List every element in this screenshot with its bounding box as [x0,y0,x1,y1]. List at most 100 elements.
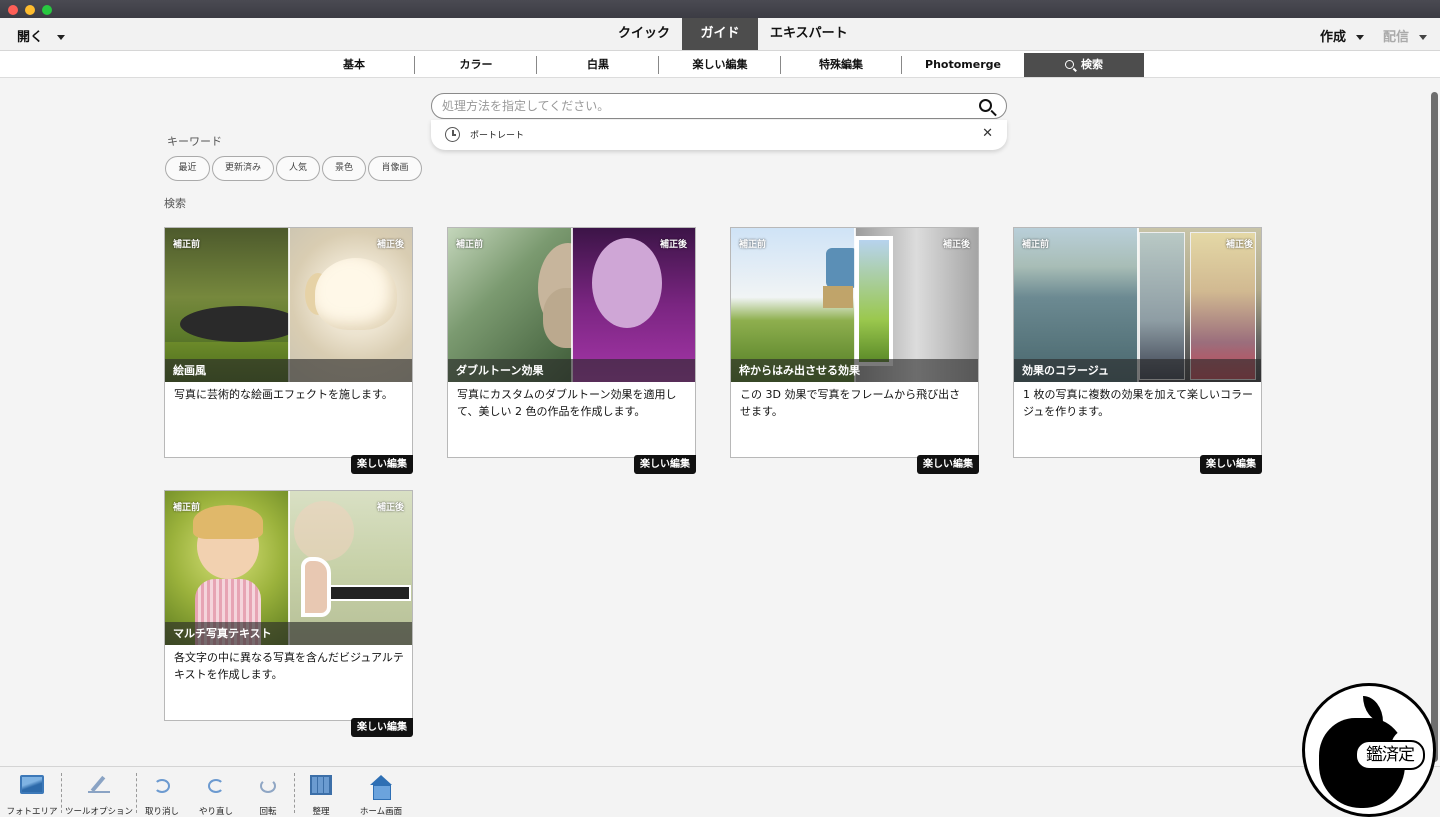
card-thumbnail: 補正前 補正後 枠からはみ出させる効果 [731,228,978,382]
category-tabs: 基本 カラー 白黒 楽しい編集 特殊編集 Photomerge 検索 [0,51,1440,78]
chip-recent[interactable]: 最近 [165,156,210,181]
organize-label: 整理 [312,807,330,817]
share-menu-button[interactable]: 配信 [1383,26,1428,45]
pants-shape [823,286,853,308]
organize-icon [310,775,332,795]
search-icon[interactable] [979,99,992,112]
zoom-window-button[interactable] [42,5,52,15]
rotate-icon [257,775,279,797]
card-thumbnail: 補正前 補正後 効果のコラージュ [1014,228,1261,382]
tab-search-label: 検索 [1081,58,1103,71]
photo-area-button[interactable]: フォトエリア [4,771,60,817]
home-screen-label: ホーム画面 [359,807,403,817]
card-thumbnail: 補正前 補正後 絵画風 [165,228,412,382]
history-icon [445,127,460,142]
keyword-chips: 最近 更新済み 人気 景色 肖像画 [165,156,422,181]
tab-color[interactable]: カラー [416,53,536,77]
tool-options-button[interactable]: ツールオプション [63,771,135,817]
search-suggestion[interactable]: ポートレート ✕ [431,120,1007,150]
card-description: 各文字の中に異なる写真を含んだビジュアルテキストを作成します。 [174,651,404,681]
frame-shape [855,236,893,366]
mode-bar: 開く クイック ガイド エキスパート 作成 配信 [0,18,1440,51]
vertical-scrollbar[interactable] [1431,92,1438,762]
tab-divider [780,56,781,74]
face-shape [592,238,662,328]
mode-guided-tab[interactable]: ガイド [682,18,759,50]
before-label: 補正前 [456,240,484,250]
tool-options-label: ツールオプション [64,807,133,817]
faded-face-shape [294,501,354,561]
share-menu-label: 配信 [1383,30,1410,45]
chip-popular[interactable]: 人気 [276,156,320,181]
effect-card-out-of-bounds[interactable]: 補正前 補正後 枠からはみ出させる効果 この 3D 効果で写真をフレームから飛び… [730,227,979,474]
chevron-down-icon [1419,35,1428,40]
rotate-label: 回転 [259,807,277,817]
tab-divider [414,56,415,74]
open-menu-button[interactable]: 開く [17,26,66,45]
category-badge: 楽しい編集 [634,455,696,474]
bottom-toolbar: フォトエリア ツールオプション 取り消し やり直し 回転 整理 ホーム画面 [0,766,1440,817]
tab-search[interactable]: 検索 [1024,53,1144,77]
keywords-label: キーワード [167,135,222,148]
card-title: マルチ写真テキスト [165,622,412,645]
home-icon [369,775,393,800]
filmstrip-shape [329,585,411,601]
chip-updated[interactable]: 更新済み [212,156,274,181]
chip-landscape[interactable]: 景色 [322,156,366,181]
effect-card-multi-photo-text[interactable]: 補正前 補正後 マルチ写真テキスト 各文字の中に異なる写真を含んだビジュアルテキ… [164,490,413,737]
results-label: 検索 [164,197,186,210]
mode-quick-tab[interactable]: クイック [606,18,682,50]
search-input[interactable] [442,97,962,115]
photo-area-icon [20,775,44,794]
chevron-down-icon [57,35,66,40]
effect-card-duotone[interactable]: 補正前 補正後 ダブルトーン効果 写真にカスタムのダブルトーン効果を適用して、美… [447,227,696,474]
card-title: 絵画風 [165,359,412,382]
seal-text: 鑑済定 [1355,740,1425,770]
tab-special-edits[interactable]: 特殊編集 [782,53,900,77]
effect-card-painterly[interactable]: 補正前 補正後 絵画風 写真に芸術的な絵画エフェクトを施します。 楽しい編集 [164,227,413,474]
open-menu-label: 開く [17,30,44,45]
rotate-arc [260,779,276,793]
tab-fun-edits[interactable]: 楽しい編集 [660,53,780,77]
redo-button[interactable]: やり直し [194,771,238,817]
tab-black-white[interactable]: 白黒 [538,53,658,77]
before-label: 補正前 [1022,240,1050,250]
watermark-seal: 鑑済定 [1302,683,1436,817]
toolbar-divider [136,773,137,813]
search-box [431,93,1007,119]
toolbar-divider [61,773,62,813]
home-screen-button[interactable]: ホーム画面 [354,771,408,817]
category-badge: 楽しい編集 [917,455,979,474]
suggestion-text: ポートレート [470,131,525,141]
after-label: 補正後 [376,503,404,513]
create-menu-button[interactable]: 作成 [1320,26,1365,45]
toolbar-divider [294,773,295,813]
rotate-button[interactable]: 回転 [248,771,288,817]
card-description: 1 枚の写真に複数の効果を加えて楽しいコラージュを作ります。 [1023,388,1253,418]
tab-photomerge[interactable]: Photomerge [903,53,1023,77]
redo-icon [205,775,227,797]
mode-expert-tab[interactable]: エキスパート [758,18,860,50]
close-window-button[interactable] [8,5,18,15]
after-label: 補正後 [376,240,404,250]
undo-arc [154,779,170,793]
hair-shape [193,505,263,539]
minimize-window-button[interactable] [25,5,35,15]
card-description: 写真に芸術的な絵画エフェクトを施します。 [174,388,393,401]
tab-basic[interactable]: 基本 [294,53,414,77]
card-title: 枠からはみ出させる効果 [731,359,978,382]
category-badge: 楽しい編集 [351,455,413,474]
search-icon [1065,60,1074,69]
collage-panel [1190,232,1256,380]
effect-card-collage[interactable]: 補正前 補正後 効果のコラージュ 1 枚の写真に複数の効果を加えて楽しいコラージ… [1013,227,1262,474]
tool-options-icon [88,775,110,793]
undo-icon [151,775,173,797]
undo-button[interactable]: 取り消し [140,771,184,817]
after-label: 補正後 [659,240,687,250]
tab-divider [536,56,537,74]
title-bar [0,0,1440,18]
chip-portrait[interactable]: 肖像画 [368,156,422,181]
organize-button[interactable]: 整理 [301,771,341,817]
close-icon[interactable]: ✕ [982,126,993,141]
photo-area-label: フォトエリア [6,807,58,817]
